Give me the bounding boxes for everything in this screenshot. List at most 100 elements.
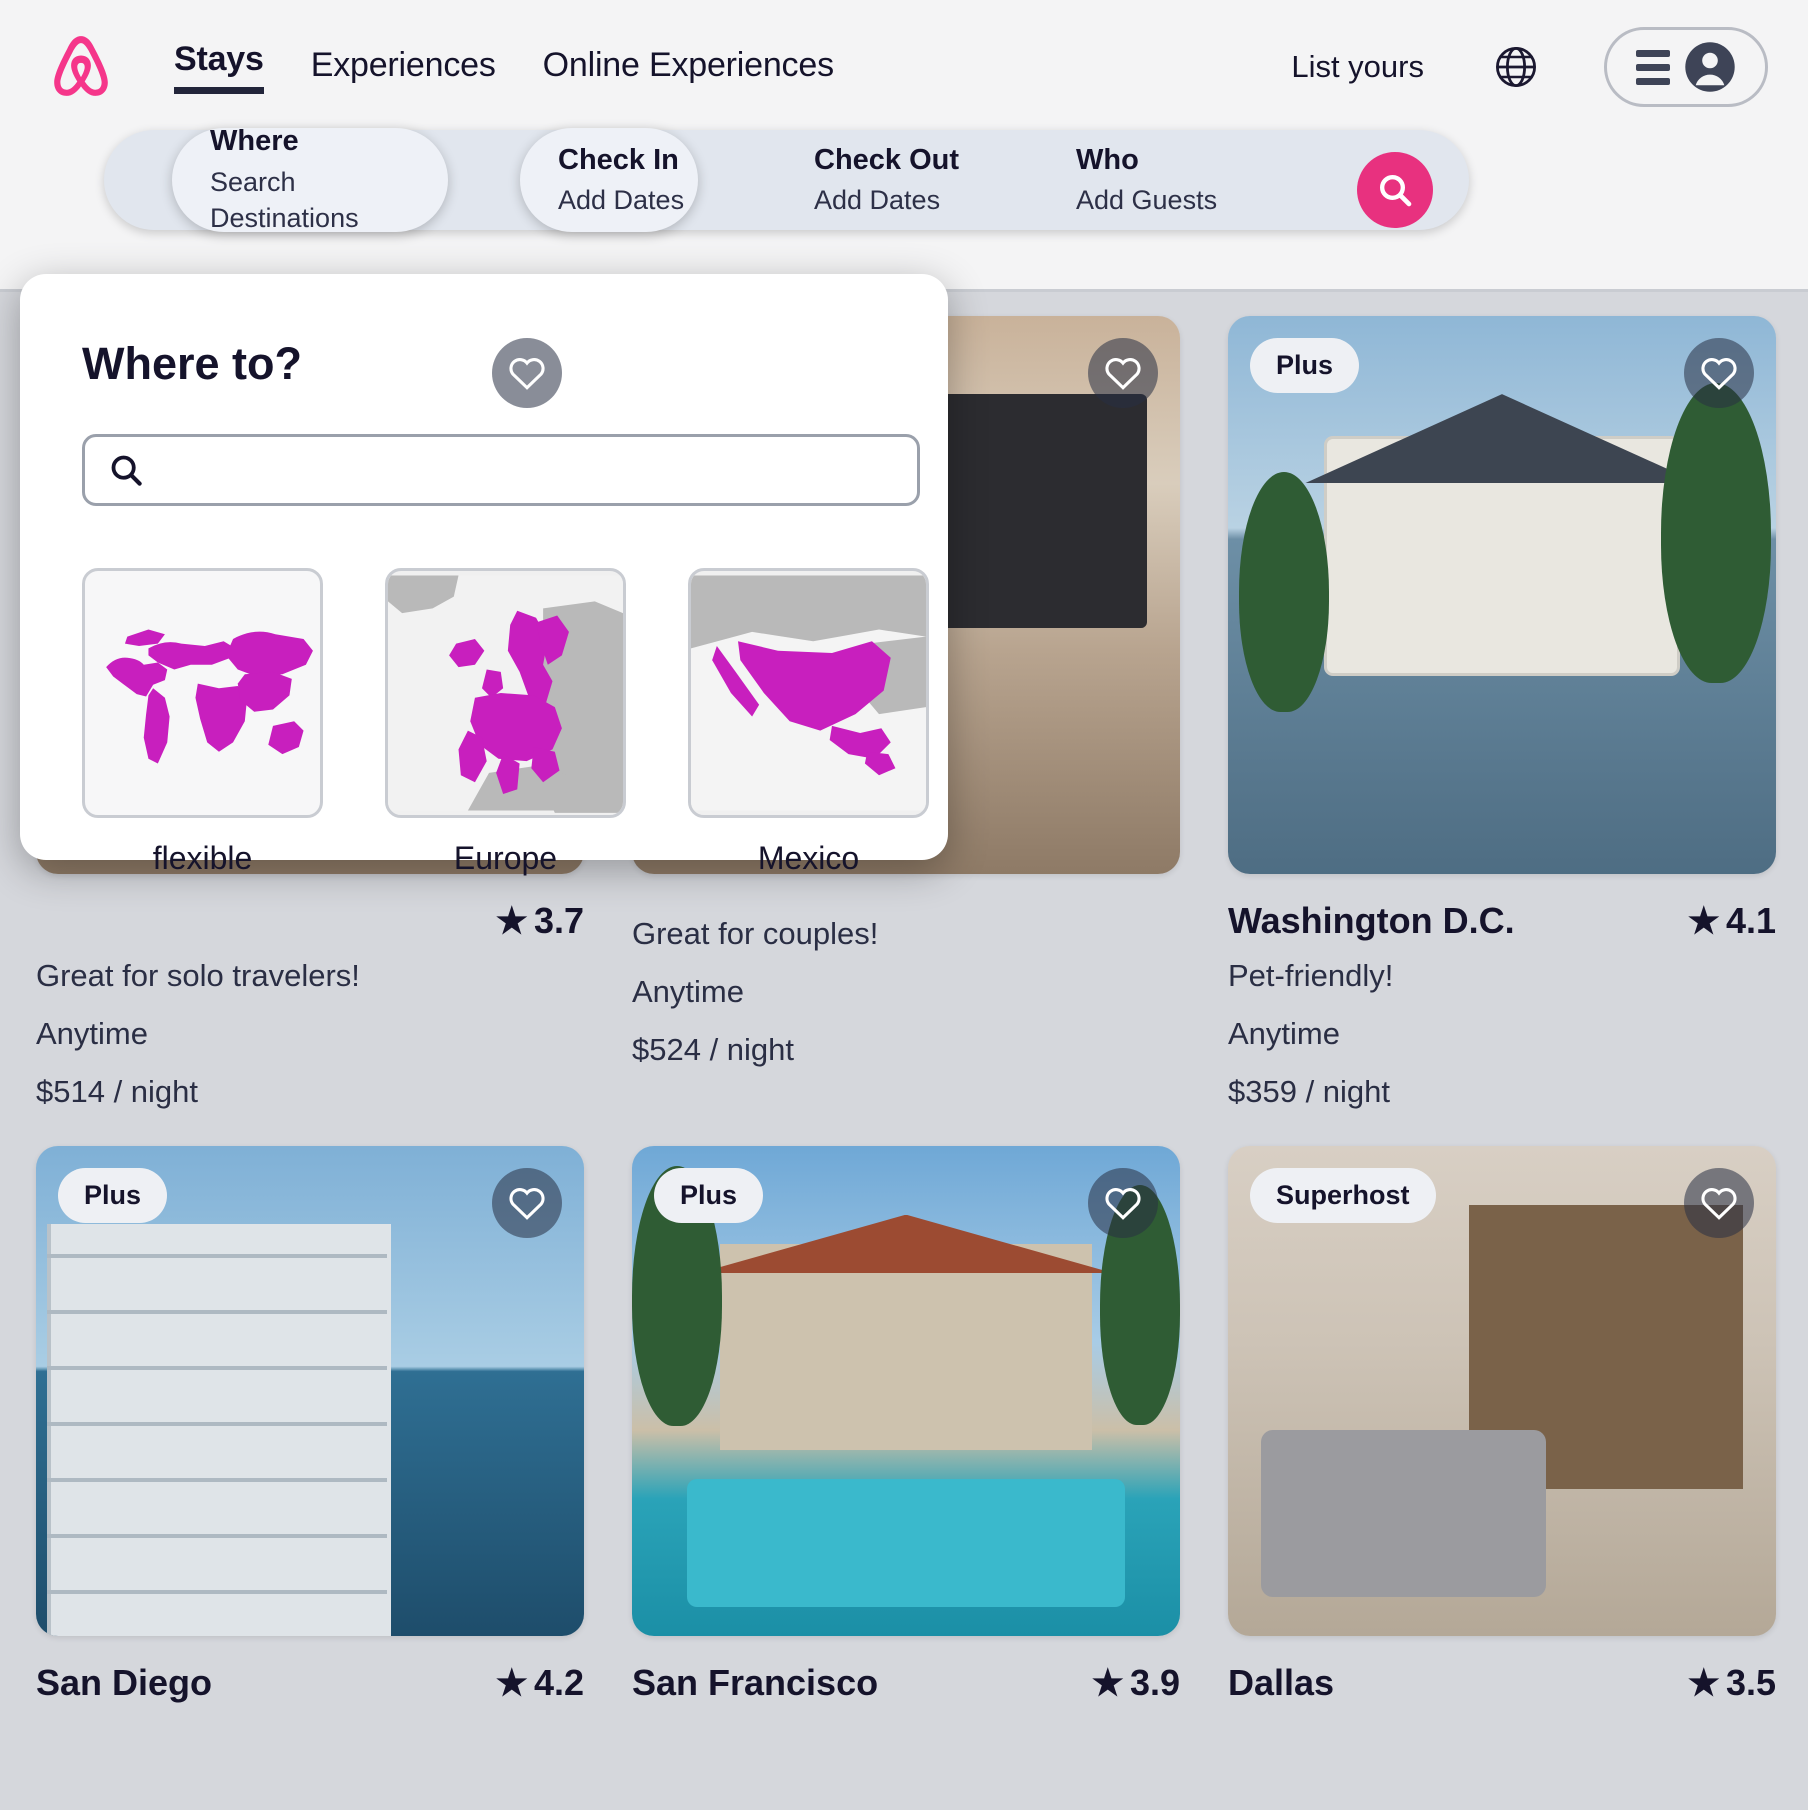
listing-badge: Plus [654, 1168, 764, 1223]
hamburger-icon [1636, 49, 1670, 85]
listing-price: $514 / night [36, 1074, 199, 1109]
user-menu-button[interactable] [1604, 27, 1768, 107]
listings-row-2: Plus San Diego ★ 4.2 Plus San Francisco … [36, 1146, 1776, 1704]
search-segment-checkin-value: Add Dates [558, 184, 685, 215]
listing-card[interactable]: Superhost Dallas ★ 3.5 [1228, 1146, 1776, 1704]
decorative-tree [1660, 382, 1771, 683]
listing-header: Washington D.C. ★ 4.1 [1228, 900, 1776, 942]
heart-icon [1701, 358, 1737, 390]
listing-card[interactable]: Plus San Francisco ★ 3.9 [632, 1146, 1180, 1704]
region-label: Mexico [757, 840, 860, 876]
listing-header: San Francisco ★ 3.9 [632, 1662, 1180, 1704]
search-segment-where-label: Where [210, 125, 299, 158]
star-icon: ★ [495, 1662, 528, 1703]
search-segment-who[interactable]: Who Add Guests [1038, 130, 1238, 230]
listing-badge: Superhost [1250, 1168, 1436, 1223]
search-segment-checkout-value: Add Dates [814, 184, 941, 215]
heart-icon [1105, 1188, 1141, 1220]
nav-tab-online-experiences[interactable]: Online Experiences [543, 46, 834, 89]
listing-card[interactable]: Plus Washington D.C. ★ 4.1 Pet-friendly! … [1228, 316, 1776, 1110]
listing-rating: ★ 3.7 [496, 900, 584, 942]
listing-availability: Anytime [36, 1016, 148, 1051]
decorative-pool [686, 1479, 1126, 1607]
region-option-europe[interactable]: Europe [385, 568, 626, 877]
listing-rating: ★ 3.9 [1092, 1662, 1180, 1704]
search-segment-checkin[interactable]: Check In Add Dates [520, 128, 698, 232]
listing-photo[interactable]: Plus [36, 1146, 584, 1636]
listing-title: Washington D.C. [1228, 900, 1515, 941]
nav-links: Stays Experiences Online Experiences [174, 40, 834, 94]
mexico-map-icon [691, 575, 926, 811]
language-globe-button[interactable] [1488, 39, 1544, 95]
listing-photo[interactable]: Plus [632, 1146, 1180, 1636]
listing-price: $359 / night [1228, 1074, 1391, 1109]
nav-tab-experiences[interactable]: Experiences [311, 46, 496, 89]
rating-value: 3.7 [533, 900, 584, 941]
listing-tag: Great for solo travelers! [36, 958, 360, 993]
search-segment-where[interactable]: Where Search Destinations [172, 125, 448, 233]
site-header: Stays Experiences Online Experiences Lis… [0, 0, 1808, 292]
region-label: flexible [152, 840, 253, 876]
list-yours-link[interactable]: List yours [1291, 49, 1424, 85]
star-icon: ★ [1687, 900, 1720, 941]
rating-value: 3.9 [1129, 1662, 1180, 1703]
heart-icon [509, 1188, 545, 1220]
search-segment-checkout[interactable]: Check Out Add Dates [776, 130, 976, 230]
user-avatar-icon [1685, 42, 1735, 92]
star-icon: ★ [1091, 1662, 1124, 1703]
mexico-map-thumbnail [688, 568, 929, 818]
search-segment-checkin-label: Check In [558, 143, 679, 176]
rating-value: 3.5 [1725, 1662, 1776, 1703]
globe-icon [1495, 46, 1537, 88]
region-options: flexible Europe Mexico [82, 568, 929, 877]
search-icon [1380, 175, 1412, 207]
search-bar: Where Search Destinations Check In Add D… [104, 125, 1469, 233]
listing-title: Dallas [1228, 1662, 1335, 1703]
destination-search-input[interactable] [161, 453, 901, 487]
search-segment-where-value: Search Destinations [210, 166, 359, 234]
decorative-tree [1238, 472, 1329, 713]
search-icon [111, 455, 142, 486]
favorite-heart-button[interactable] [1088, 338, 1158, 408]
destination-search-box[interactable] [82, 434, 920, 506]
modal-title: Where to? [82, 338, 302, 389]
listing-photo[interactable]: Superhost [1228, 1146, 1776, 1636]
favorite-heart-button[interactable] [492, 1168, 562, 1238]
airbnb-logo[interactable] [48, 30, 114, 104]
nav-tab-stays[interactable]: Stays [174, 40, 264, 94]
heart-icon [1701, 1188, 1737, 1220]
search-segment-who-label: Who [1076, 143, 1139, 176]
star-icon: ★ [1687, 1662, 1720, 1703]
listing-tag: Great for couples! [632, 916, 879, 951]
listing-badge: Plus [58, 1168, 168, 1223]
favorite-heart-button[interactable] [1088, 1168, 1158, 1238]
star-icon: ★ [495, 900, 528, 941]
region-option-mexico[interactable]: Mexico [688, 568, 929, 877]
favorite-heart-button[interactable] [1684, 338, 1754, 408]
europe-map-icon [388, 575, 623, 813]
listing-card[interactable]: Plus San Diego ★ 4.2 [36, 1146, 584, 1704]
where-to-modal: Where to? flexible Europe Mexico [20, 274, 948, 876]
navbar-right: List yours [1291, 27, 1808, 107]
listing-title: San Francisco [632, 1662, 879, 1703]
favorite-heart-button[interactable] [492, 338, 562, 408]
rating-value: 4.1 [1725, 900, 1776, 941]
search-submit-button[interactable] [1357, 152, 1433, 228]
listing-availability: Anytime [632, 974, 744, 1009]
search-segment-who-value: Add Guests [1076, 184, 1218, 215]
region-label: Europe [453, 840, 558, 876]
listing-header: ★ 3.7 [36, 900, 584, 942]
listing-title: San Diego [36, 1662, 213, 1703]
listing-rating: ★ 4.2 [496, 1662, 584, 1704]
rating-value: 4.2 [533, 1662, 584, 1703]
listing-photo[interactable]: Plus [1228, 316, 1776, 874]
listing-header: Dallas ★ 3.5 [1228, 1662, 1776, 1704]
heart-icon [1105, 358, 1141, 390]
world-map-icon [106, 629, 313, 764]
region-option-flexible[interactable]: flexible [82, 568, 323, 877]
europe-map-thumbnail [385, 568, 626, 818]
favorite-heart-button[interactable] [1684, 1168, 1754, 1238]
world-map-thumbnail [82, 568, 323, 818]
listing-badge: Plus [1250, 338, 1360, 393]
listing-rating: ★ 3.5 [1688, 1662, 1776, 1704]
